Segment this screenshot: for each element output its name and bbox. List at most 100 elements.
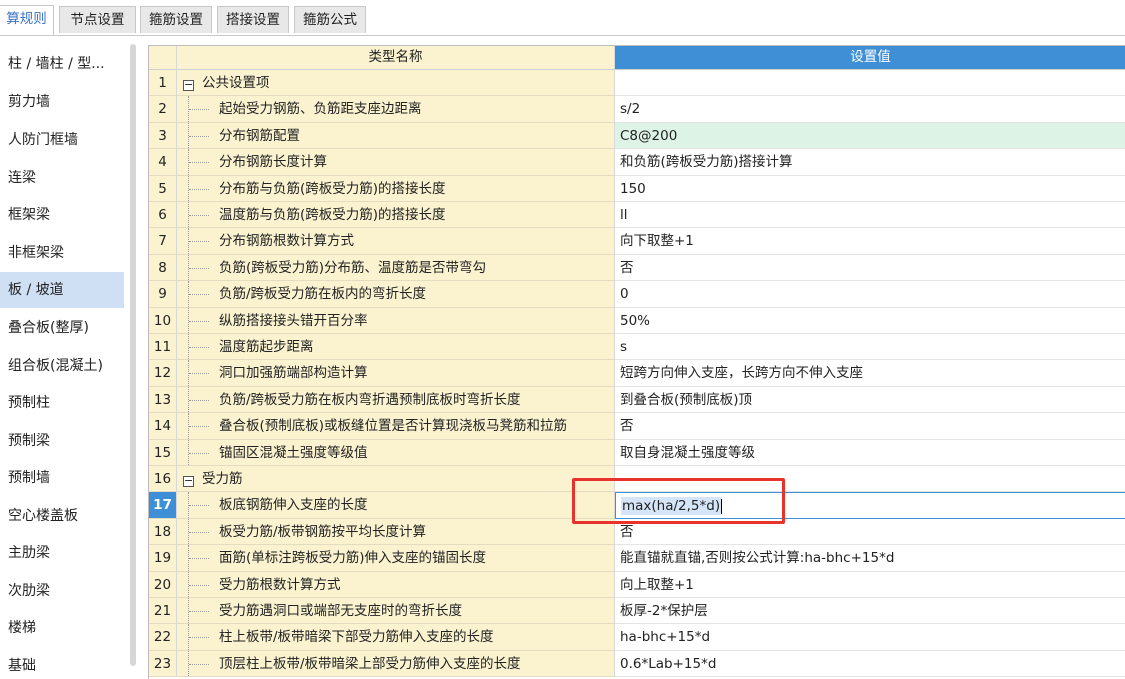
setting-value-cell[interactable]: 短跨方向伸入支座，长跨方向不伸入支座 [615,360,1125,387]
type-name-label: 受力筋遇洞口或端部无支座时的弯折长度 [219,603,462,619]
component-sidebar: 柱 / 墙柱 / 型... 剪力墙 人防门框墙 连梁 框架梁 非框架梁 板 / … [0,44,125,679]
tab-lap-settings[interactable]: 搭接设置 [217,6,289,33]
table-row-selected[interactable]: 17 板底钢筋伸入支座的长度 max(ha/2,5*d) [149,492,1125,519]
header-type-name[interactable]: 类型名称 [177,46,615,70]
setting-value-cell[interactable]: 否 [615,413,1125,440]
sidebar-item-frame-beam[interactable]: 框架梁 [0,197,124,233]
setting-value-cell[interactable] [615,70,1125,97]
setting-value-cell[interactable]: 0.6*Lab+15*d [615,650,1125,678]
type-name-cell: 顶层柱上板带/板带暗梁上部受力筋伸入支座的长度 [177,650,615,678]
type-name-label: 分布筋与负筋(跨板受力筋)的搭接长度 [219,180,446,197]
table-row[interactable]: 16 − 受力筋 [149,466,1125,493]
text-caret [721,498,723,514]
row-number: 19 [149,545,177,572]
sidebar-item-hollow-floor-slab[interactable]: 空心楼盖板 [0,498,124,534]
table-row[interactable]: 10 纵筋搭接接头错开百分率 50% [149,307,1125,334]
sidebar-item-foundation[interactable]: 基础 [0,648,124,679]
table-row[interactable]: 14 叠合板(预制底板)或板缝位置是否计算现浇板马凳筋和拉筋 否 [149,413,1125,440]
table-row[interactable]: 18 板受力筋/板带钢筋按平均长度计算 否 [149,518,1125,546]
row-number: 20 [149,571,177,598]
sidebar-item-precast-beam[interactable]: 预制梁 [0,423,124,459]
row-number: 7 [149,228,177,255]
tab-stirrup-settings[interactable]: 箍筋设置 [140,6,212,33]
row-number: 1 [149,70,177,97]
row-number: 13 [149,386,177,414]
sidebar-item-composite-slab-concrete[interactable]: 组合板(混凝土) [0,348,124,384]
tab-node-settings[interactable]: 节点设置 [59,6,136,33]
table-row[interactable]: 6 温度筋与负筋(跨板受力筋)的搭接长度 ll [149,202,1125,229]
table-row[interactable]: 5 分布筋与负筋(跨板受力筋)的搭接长度 150 [149,175,1125,202]
header-row-number [149,46,177,70]
table-row[interactable]: 3 分布钢筋配置 C8@200 [149,122,1125,150]
setting-value-cell[interactable]: s/2 [615,96,1125,123]
setting-value-cell[interactable]: 取自身混凝土强度等级 [615,439,1125,466]
collapse-toggle-icon[interactable]: − [183,79,194,91]
tab-stirrup-formula[interactable]: 箍筋公式 [294,6,366,33]
setting-value-cell[interactable]: 150 [615,175,1125,202]
setting-value-editor[interactable]: max(ha/2,5*d) [615,492,1125,519]
table-row[interactable]: 9 负筋/跨板受力筋在板内的弯折长度 0 [149,281,1125,308]
setting-value-cell[interactable]: 到叠合板(预制底板)顶 [615,386,1125,414]
setting-value-cell[interactable]: s [615,334,1125,361]
type-name-label: 负筋/跨板受力筋在板内的弯折长度 [219,286,427,303]
setting-value-cell[interactable]: 0 [615,281,1125,308]
type-name-label: 受力筋根数计算方式 [219,576,341,593]
table-row[interactable]: 4 分布钢筋长度计算 和负筋(跨板受力筋)搭接计算 [149,149,1125,176]
sidebar-item-column[interactable]: 柱 / 墙柱 / 型... [0,46,124,82]
type-name-label: 起始受力钢筋、负筋距支座边距离 [219,101,422,118]
setting-value-cell[interactable]: C8@200 [615,122,1125,150]
sidebar-item-secondary-rib-beam[interactable]: 次肋梁 [0,573,124,609]
row-number: 10 [149,307,177,334]
setting-value-cell[interactable]: ll [615,202,1125,229]
setting-value-cell[interactable]: 50% [615,307,1125,334]
setting-value-cell[interactable]: 否 [615,254,1125,282]
table-row[interactable]: 23 顶层柱上板带/板带暗梁上部受力筋伸入支座的长度 0.6*Lab+15*d [149,650,1125,678]
table-row[interactable]: 13 负筋/跨板受力筋在板内弯折遇预制底板时弯折长度 到叠合板(预制底板)顶 [149,386,1125,414]
setting-value-cell[interactable]: 向下取整+1 [615,228,1125,255]
sidebar-item-main-rib-beam[interactable]: 主肋梁 [0,535,124,571]
table-row[interactable]: 21 受力筋遇洞口或端部无支座时的弯折长度 板厚-2*保护层 [149,598,1125,625]
type-name-label: 锚固区混凝土强度等级值 [219,444,368,461]
table-row[interactable]: 11 温度筋起步距离 s [149,334,1125,361]
table-row[interactable]: 8 负筋(跨板受力筋)分布筋、温度筋是否带弯勾 否 [149,254,1125,282]
sidebar-item-civil-defense-door-wall[interactable]: 人防门框墙 [0,122,124,158]
table-row[interactable]: 2 起始受力钢筋、负筋距支座边距离 s/2 [149,96,1125,123]
setting-value-cell[interactable]: 否 [615,518,1125,546]
type-name-cell: 受力筋遇洞口或端部无支座时的弯折长度 [177,598,615,625]
sidebar-item-slab-ramp[interactable]: 板 / 坡道 [0,272,124,308]
sidebar-item-precast-column[interactable]: 预制柱 [0,385,124,421]
sidebar-scrollbar[interactable] [130,44,136,666]
sidebar-item-precast-wall[interactable]: 预制墙 [0,460,124,496]
setting-value-cell[interactable]: 能直锚就直锚,否则按公式计算:ha-bhc+15*d [615,545,1125,572]
type-name-label: 顶层柱上板带/板带暗梁上部受力筋伸入支座的长度 [219,655,521,672]
sidebar-item-composite-slab-full[interactable]: 叠合板(整厚) [0,310,124,346]
table-row[interactable]: 15 锚固区混凝土强度等级值 取自身混凝土强度等级 [149,439,1125,466]
table-row[interactable]: 12 洞口加强筋端部构造计算 短跨方向伸入支座，长跨方向不伸入支座 [149,360,1125,387]
setting-value-cell[interactable]: 板厚-2*保护层 [615,598,1125,625]
setting-value-cell[interactable]: 向上取整+1 [615,571,1125,598]
sidebar-item-coupling-beam[interactable]: 连梁 [0,160,124,196]
setting-value-cell[interactable] [615,466,1125,493]
selected-value-text[interactable]: max(ha/2,5*d) [621,497,722,516]
row-number: 21 [149,598,177,625]
header-setting-value[interactable]: 设置值 [615,46,1125,70]
sidebar-item-shear-wall[interactable]: 剪力墙 [0,84,124,120]
type-name-cell: 负筋/跨板受力筋在板内弯折遇预制底板时弯折长度 [177,386,615,414]
setting-value-cell[interactable]: 和负筋(跨板受力筋)搭接计算 [615,149,1125,176]
row-number: 3 [149,122,177,150]
table-row[interactable]: 1 − 公共设置项 [149,70,1125,97]
collapse-toggle-icon[interactable]: − [183,475,194,487]
type-name-cell: 分布钢筋根数计算方式 [177,228,615,255]
tab-calc-rules[interactable]: 算规则 [0,5,54,35]
table-row[interactable]: 19 面筋(单标注跨板受力筋)伸入支座的锚固长度 能直锚就直锚,否则按公式计算:… [149,545,1125,572]
table-row[interactable]: 20 受力筋根数计算方式 向上取整+1 [149,571,1125,598]
table-row[interactable]: 22 柱上板带/板带暗梁下部受力筋伸入支座的长度 ha-bhc+15*d [149,624,1125,651]
table-row[interactable]: 7 分布钢筋根数计算方式 向下取整+1 [149,228,1125,255]
sidebar-item-stairs[interactable]: 楼梯 [0,610,124,646]
row-number: 17 [149,492,177,519]
type-name-label: 板底钢筋伸入支座的长度 [219,497,368,514]
setting-value-cell[interactable]: ha-bhc+15*d [615,624,1125,651]
group-label: 公共设置项 [202,75,270,91]
sidebar-item-non-frame-beam[interactable]: 非框架梁 [0,235,124,271]
type-name-cell: 面筋(单标注跨板受力筋)伸入支座的锚固长度 [177,545,615,572]
